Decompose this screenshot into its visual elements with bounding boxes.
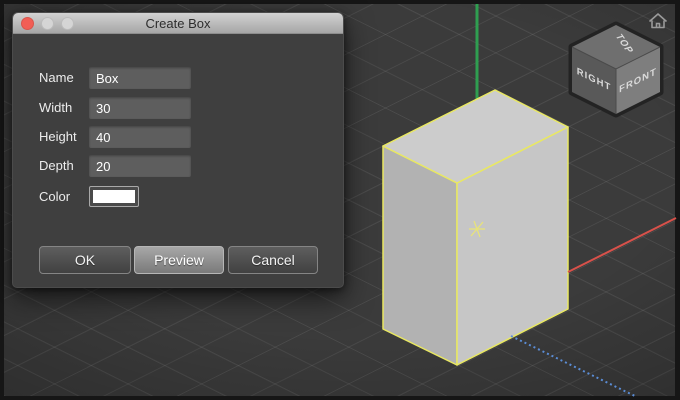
preview-box-left-face[interactable] bbox=[383, 146, 457, 365]
depth-label: Depth bbox=[39, 155, 87, 177]
z-axis-line bbox=[511, 336, 637, 397]
depth-input[interactable] bbox=[89, 155, 191, 177]
color-label: Color bbox=[39, 186, 87, 208]
dialog-titlebar[interactable]: Create Box bbox=[13, 13, 343, 34]
preview-box[interactable] bbox=[383, 90, 568, 365]
height-input[interactable] bbox=[89, 126, 191, 148]
cancel-button[interactable]: Cancel bbox=[228, 246, 318, 274]
color-swatch-button[interactable] bbox=[89, 186, 139, 207]
height-label: Height bbox=[39, 126, 87, 148]
width-input[interactable] bbox=[89, 97, 191, 119]
view-cube[interactable]: TOP RIGHT FRONT bbox=[572, 25, 660, 114]
color-swatch-value bbox=[93, 190, 135, 203]
name-input[interactable] bbox=[89, 67, 191, 89]
x-axis-line bbox=[568, 218, 676, 272]
dialog-title: Create Box bbox=[13, 13, 343, 34]
ok-button[interactable]: OK bbox=[39, 246, 131, 274]
app-window: TOP RIGHT FRONT Create Box Name Width He… bbox=[0, 0, 680, 400]
home-icon[interactable] bbox=[650, 14, 667, 28]
preview-button[interactable]: Preview bbox=[134, 246, 224, 274]
create-box-dialog: Create Box Name Width Height Depth Color… bbox=[12, 12, 344, 288]
width-label: Width bbox=[39, 97, 87, 119]
name-label: Name bbox=[39, 67, 87, 89]
